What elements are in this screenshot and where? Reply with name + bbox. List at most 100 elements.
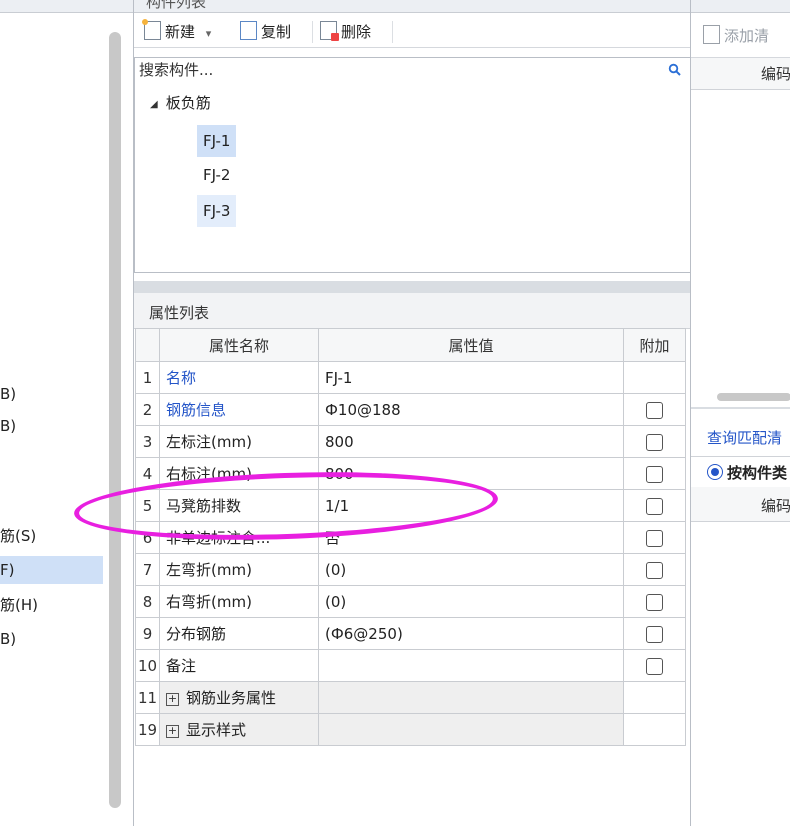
property-list-title: 属性列表 [149, 304, 210, 322]
property-row[interactable]: 19 + 显示样式 [135, 713, 686, 746]
property-name-cell: 非单边标注含... [159, 521, 319, 554]
tree-item-label: FJ-1 [203, 132, 231, 150]
property-row[interactable]: 3 左标注(mm) 800 [135, 425, 686, 458]
property-row[interactable]: 9 分布钢筋 (Ф6@250) [135, 617, 686, 650]
property-row[interactable]: 8 右弯折(mm) (0) [135, 585, 686, 618]
property-row[interactable]: 4 右标注(mm) 800 [135, 457, 686, 490]
query-option-label[interactable]: 按构件类 [727, 462, 787, 483]
col-header-name[interactable]: 属性名称 [159, 328, 319, 362]
horizontal-scrollbar[interactable] [717, 393, 790, 401]
property-value-cell[interactable]: Ф10@188 [318, 393, 624, 426]
property-value-cell [318, 713, 624, 746]
property-extra-cell [623, 361, 686, 394]
row-number: 9 [135, 617, 160, 650]
property-extra-cell [623, 681, 686, 714]
attach-checkbox[interactable] [646, 433, 663, 451]
left-nav-item-label: F) [0, 561, 15, 579]
property-name-label: 钢筋业务属性 [186, 689, 277, 707]
property-row[interactable]: 7 左弯折(mm) (0) [135, 553, 686, 586]
new-button-label: 新建 [165, 23, 196, 41]
new-dropdown-icon[interactable]: ▾ [206, 27, 212, 40]
query-option-row: 按构件类 [691, 456, 790, 488]
left-nav-item[interactable]: B) [0, 412, 103, 440]
row-number: 3 [135, 425, 160, 458]
tree-item-fj-2[interactable]: FJ-2 [197, 159, 236, 191]
property-value-cell[interactable]: (0) [318, 585, 624, 618]
expand-plus-icon[interactable]: + [166, 693, 179, 706]
left-nav-item-selected[interactable]: F) [0, 556, 103, 584]
panel-splitter[interactable] [134, 281, 691, 293]
property-extra-cell [623, 521, 686, 554]
property-value-cell[interactable]: 否 [318, 521, 624, 554]
property-name-cell[interactable]: + 钢筋业务属性 [159, 681, 319, 714]
query-column-header: 编码 [691, 487, 790, 522]
col-header-extra[interactable]: 附加 [623, 328, 686, 362]
property-value-cell[interactable]: (0) [318, 553, 624, 586]
copy-button[interactable]: 复制 [240, 21, 291, 41]
property-row[interactable]: 10 备注 [135, 649, 686, 682]
left-nav-header [0, 0, 133, 13]
attach-checkbox[interactable] [646, 657, 663, 675]
delete-button[interactable]: 删除 [320, 21, 371, 41]
component-list-panel: 构件列表 新建 ▾ 复制 删除 ◢ 板负筋 FJ-1 FJ-2 FJ-3 属性列表 [72, 0, 691, 826]
property-row[interactable]: 5 马凳筋排数 1/1 [135, 489, 686, 522]
attach-checkbox[interactable] [646, 401, 663, 419]
left-nav-item-label: B) [0, 417, 17, 435]
radio-button-selected-icon[interactable] [707, 464, 723, 480]
query-match-tab[interactable]: 查询匹配清 [707, 427, 782, 448]
left-nav-item[interactable]: B) [0, 625, 103, 653]
row-number: 8 [135, 585, 160, 618]
property-value-cell[interactable]: 800 [318, 457, 624, 490]
property-name-cell: 钢筋信息 [159, 393, 319, 426]
query-col-header-code[interactable]: 编码 [761, 495, 790, 516]
component-search-input[interactable] [139, 60, 639, 80]
property-value-cell[interactable]: 1/1 [318, 489, 624, 522]
property-row[interactable]: 2 钢筋信息 Ф10@188 [135, 393, 686, 426]
new-button[interactable]: 新建 ▾ [142, 19, 212, 41]
property-row[interactable]: 6 非单边标注含... 否 [135, 521, 686, 554]
col-header-no [135, 328, 160, 362]
attach-checkbox[interactable] [646, 465, 663, 483]
property-extra-cell [623, 457, 686, 490]
tree-item-fj-3[interactable]: FJ-3 [197, 195, 237, 227]
property-value-cell[interactable]: (Ф6@250) [318, 617, 624, 650]
left-nav-item[interactable]: 筋(H) [0, 591, 103, 619]
collapse-triangle-icon[interactable]: ◢ [150, 93, 158, 117]
attach-checkbox[interactable] [646, 593, 663, 611]
left-nav-item[interactable]: 筋(S) [0, 522, 103, 550]
left-nav-item-label: B) [0, 630, 17, 648]
property-name-label: 显示样式 [186, 721, 247, 739]
property-name-cell: 备注 [159, 649, 319, 682]
delete-icon [320, 21, 339, 41]
add-list-icon [703, 25, 720, 44]
attach-checkbox[interactable] [646, 497, 663, 515]
tree-root-node[interactable]: ◢ 板负筋 [150, 91, 211, 115]
col-header-value[interactable]: 属性值 [318, 328, 624, 362]
attach-checkbox[interactable] [646, 529, 663, 547]
property-name-label: 钢筋信息 [166, 401, 227, 419]
add-list-button[interactable]: 添加清 [703, 25, 769, 46]
left-nav-item-label: 筋(S) [0, 527, 37, 545]
property-name-cell: 名称 [159, 361, 319, 394]
property-value-cell[interactable] [318, 649, 624, 682]
property-value-cell[interactable]: 800 [318, 425, 624, 458]
tree-item-label: FJ-3 [203, 202, 231, 220]
right-column-header: 编码 [691, 58, 790, 90]
tree-root-label: 板负筋 [165, 94, 211, 112]
left-nav-item[interactable]: B) [0, 380, 103, 408]
attach-checkbox[interactable] [646, 625, 663, 643]
row-number: 5 [135, 489, 160, 522]
row-number: 1 [135, 361, 160, 394]
property-value-cell[interactable]: FJ-1 [318, 361, 624, 394]
property-row[interactable]: 1 名称 FJ-1 [135, 361, 686, 394]
search-icon[interactable] [668, 63, 682, 77]
tree-item-fj-1[interactable]: FJ-1 [197, 125, 237, 157]
attach-checkbox[interactable] [646, 561, 663, 579]
left-nav-scrollbar[interactable] [109, 32, 121, 808]
expand-plus-icon[interactable]: + [166, 725, 179, 738]
property-name-cell[interactable]: + 显示样式 [159, 713, 319, 746]
property-row[interactable]: 11 + 钢筋业务属性 [135, 681, 686, 714]
component-search-box [134, 57, 691, 84]
col-header-code[interactable]: 编码 [761, 63, 790, 84]
property-name-label: 右标注(mm) [166, 465, 252, 483]
